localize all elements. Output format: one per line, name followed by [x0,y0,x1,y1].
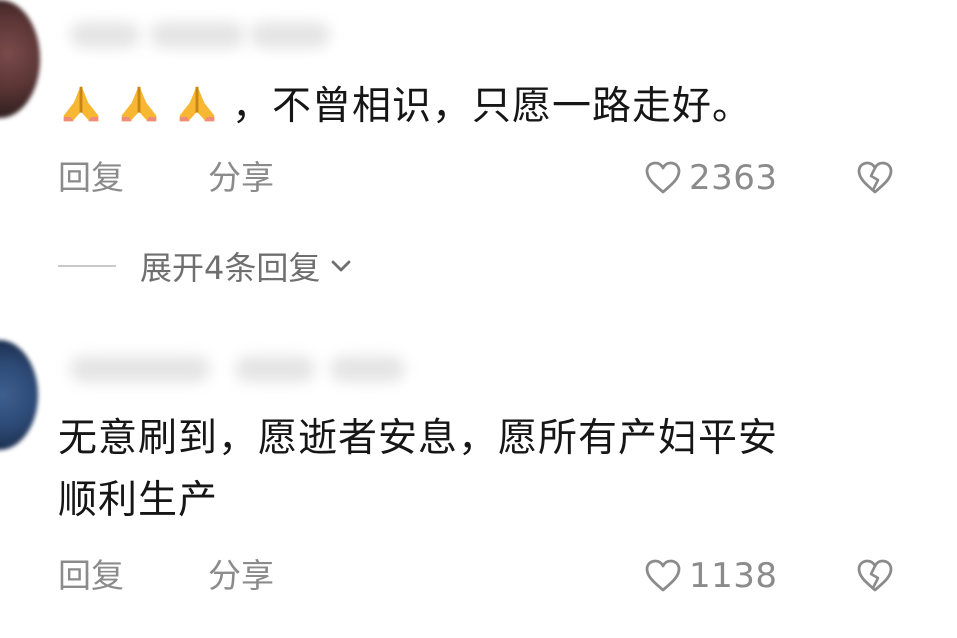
comments-page: ，不曾相识，只愿一路走好。 回复 分享 2363 展开4条回复 无意刷到，愿逝者… [0,0,957,638]
comment-text: ，不曾相识，只愿一路走好。 [58,76,752,138]
reply-button[interactable]: 回复 [58,556,124,596]
heart-outline-icon [645,161,681,194]
heart-outline-icon [645,559,681,592]
pray-emoji-icon [174,84,232,129]
comment-text-line: 顺利生产 [58,478,219,523]
like-button[interactable]: 2363 [643,158,778,198]
like-count: 1138 [689,556,778,596]
comment-text-line: 无意刷到，愿逝者安息，愿所有产妇平安 [58,416,779,461]
divider [58,265,116,267]
broken-heart-icon[interactable] [854,556,896,596]
pray-emoji-icon [58,84,116,129]
share-button[interactable]: 分享 [208,158,274,198]
broken-heart-icon[interactable] [854,158,896,198]
pray-emoji-icon [116,84,174,129]
share-button[interactable]: 分享 [208,556,274,596]
reply-button[interactable]: 回复 [58,158,124,198]
like-button[interactable]: 1138 [643,556,778,596]
avatar[interactable] [0,0,40,118]
like-count: 2363 [689,158,778,198]
comment-text-body: ，不曾相识，只愿一路走好。 [232,84,753,129]
expand-replies-label: 展开4条回复 [140,249,321,287]
avatar[interactable] [0,340,38,450]
comment-text: 无意刷到，愿逝者安息，愿所有产妇平安 顺利生产 [58,408,778,532]
chevron-down-icon [331,260,351,272]
expand-replies-button[interactable]: 展开4条回复 [58,244,354,288]
